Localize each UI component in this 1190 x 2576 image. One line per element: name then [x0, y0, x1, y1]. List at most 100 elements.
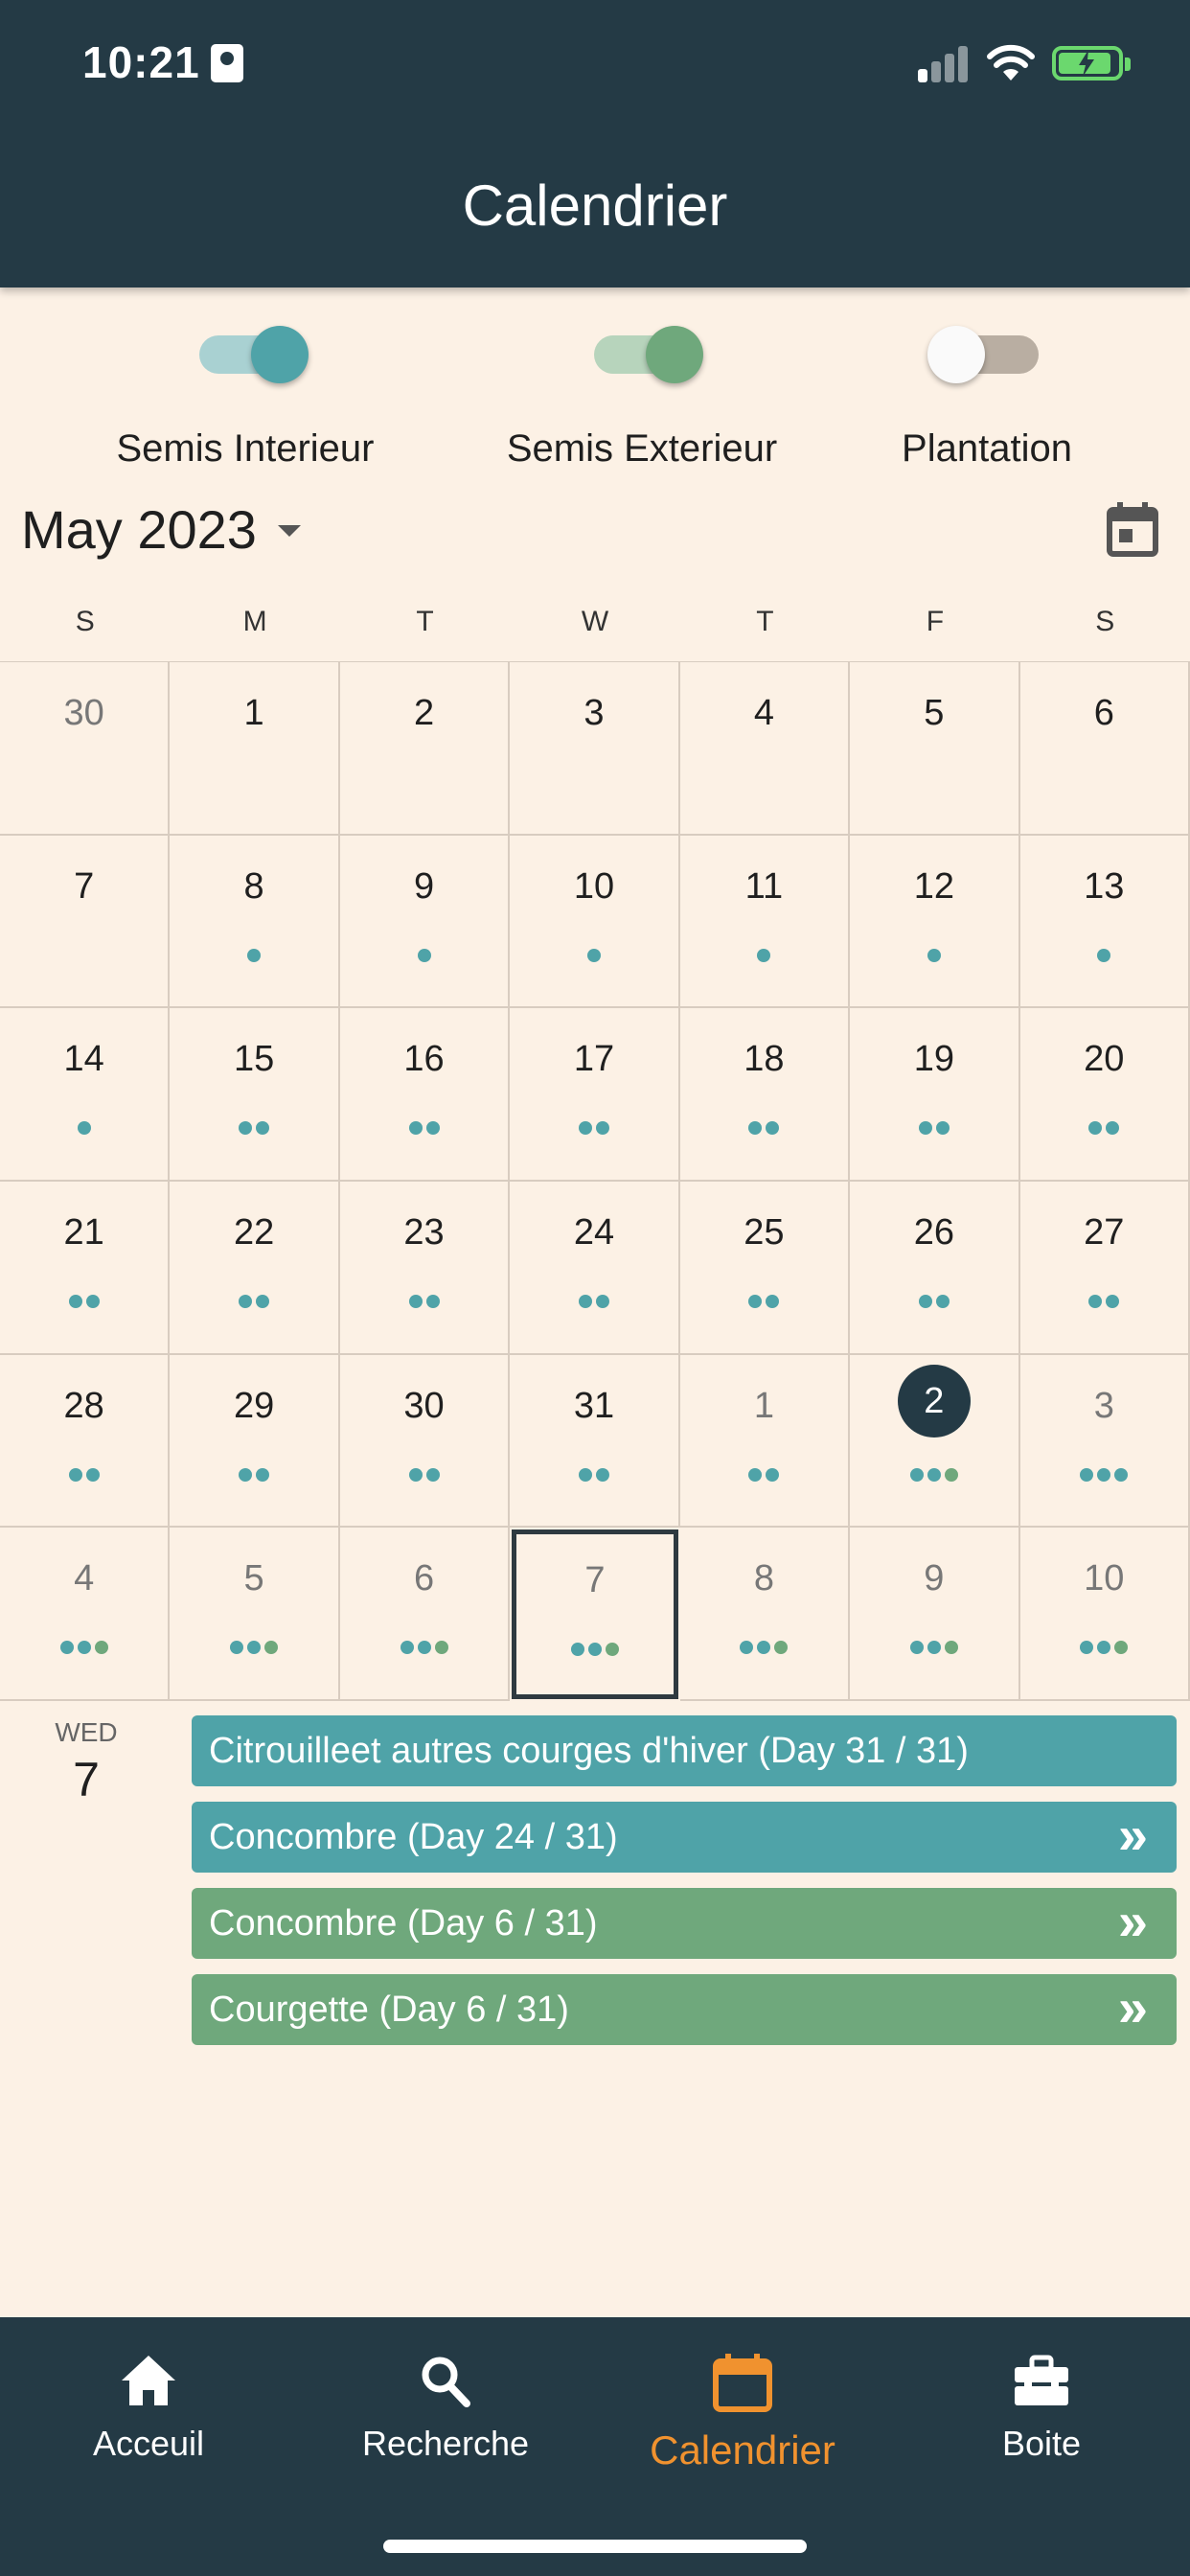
- agenda-event[interactable]: Courgette (Day 6 / 31) »: [192, 1974, 1177, 2045]
- day-number: 9: [413, 865, 435, 907]
- event-dot: [59, 1641, 74, 1655]
- calendar-day-cell[interactable]: 25: [679, 1182, 851, 1355]
- calendar-day-cell[interactable]: 17: [510, 1008, 680, 1183]
- calendar-day-cell[interactable]: 8: [170, 835, 340, 1009]
- calendar-day-cell[interactable]: 12: [850, 835, 1020, 1009]
- calendar-day-cell[interactable]: 19: [850, 1008, 1020, 1183]
- calendar-day-cell[interactable]: 2: [850, 1354, 1020, 1529]
- event-dot: [595, 1295, 609, 1308]
- calendar-day-cell[interactable]: 29: [170, 1354, 340, 1529]
- agenda-event[interactable]: Citrouilleet autres courges d'hiver (Day…: [192, 1715, 1177, 1786]
- day-number: 9: [924, 1558, 945, 1599]
- event-dot: [944, 1641, 958, 1655]
- event-dot: [605, 1643, 619, 1657]
- event-dots: [170, 1121, 337, 1136]
- calendar-day-cell[interactable]: 1: [679, 1354, 851, 1529]
- page-title: Calendrier: [462, 173, 728, 238]
- calendar-day-cell[interactable]: 9: [339, 835, 511, 1009]
- agenda-event-title: Concombre (Day 24 / 31): [209, 1817, 618, 1857]
- calendar-day-cell[interactable]: 10: [1019, 1528, 1190, 1702]
- month-selector[interactable]: May 2023: [21, 498, 257, 561]
- weekday-header: F: [926, 606, 945, 637]
- calendar-day-cell[interactable]: 30: [339, 1354, 511, 1529]
- calendar-day-cell[interactable]: 6: [339, 1528, 511, 1702]
- calendar-day-cell[interactable]: 22: [170, 1182, 340, 1355]
- chevron-down-icon[interactable]: [278, 525, 301, 537]
- calendar-day-cell[interactable]: 30: [0, 662, 171, 836]
- event-dots: [340, 948, 508, 962]
- event-dot: [935, 1295, 950, 1308]
- agenda-event[interactable]: Concombre (Day 24 / 31) »: [192, 1802, 1177, 1873]
- calendar-day-cell[interactable]: 20: [1019, 1008, 1190, 1183]
- calendar-day-cell[interactable]: 13: [1019, 835, 1190, 1009]
- calendar-day-cell[interactable]: 28: [0, 1354, 171, 1529]
- calendar-day-cell[interactable]: 1: [170, 662, 340, 836]
- calendar-day-cell[interactable]: 5: [850, 662, 1020, 836]
- event-dots: [850, 948, 1018, 962]
- day-number: 10: [1084, 1558, 1125, 1599]
- nav-item-acceuil[interactable]: Acceuil: [38, 2352, 259, 2464]
- event-dot: [766, 1121, 780, 1136]
- calendar-day-cell[interactable]: 3: [510, 662, 680, 836]
- double-chevron-right-icon[interactable]: »: [1118, 1974, 1148, 2041]
- day-number: 24: [573, 1212, 615, 1253]
- calendar-day-cell[interactable]: 4: [679, 662, 851, 836]
- double-chevron-right-icon[interactable]: »: [1118, 1888, 1148, 1955]
- event-dot: [85, 1467, 100, 1482]
- calendar-day-cell[interactable]: 24: [510, 1182, 680, 1355]
- calendar-day-cell[interactable]: 9: [850, 1528, 1020, 1702]
- calendar-day-cell[interactable]: 7: [512, 1530, 678, 1699]
- calendar-day-cell[interactable]: 31: [510, 1354, 680, 1529]
- toggle-plantation[interactable]: [927, 326, 1039, 383]
- day-number: 6: [1093, 693, 1114, 733]
- event-dot: [909, 1467, 924, 1482]
- toggle-semis-exterieur[interactable]: [594, 326, 703, 383]
- day-number: 10: [573, 865, 615, 907]
- weekday-header: T: [416, 606, 434, 637]
- nav-item-recherche[interactable]: Recherche: [335, 2352, 556, 2464]
- calendar-day-cell[interactable]: 23: [339, 1182, 511, 1355]
- day-number: 26: [913, 1212, 954, 1253]
- calendar-day-cell[interactable]: 3: [1019, 1354, 1190, 1529]
- calendar-day-cell[interactable]: 11: [679, 835, 851, 1009]
- toggle-label-plantation: Plantation: [902, 427, 1072, 470]
- calendar-day-cell[interactable]: 27: [1019, 1182, 1190, 1355]
- calendar-day-cell[interactable]: 26: [850, 1182, 1020, 1355]
- calendar-day-cell[interactable]: 2: [339, 662, 511, 836]
- nav-item-boite[interactable]: Boite: [931, 2352, 1152, 2464]
- event-dot: [927, 1641, 941, 1655]
- day-number: 7: [584, 1560, 606, 1601]
- calendar-grid: 30 1 2 3 4 5 6 7 8 9 10 11 12 13 14 15 16 17 18 19 20 21 22 23 2…: [0, 661, 1190, 1702]
- agenda-event[interactable]: Concombre (Day 6 / 31) »: [192, 1888, 1177, 1959]
- calendar-day-cell[interactable]: 8: [679, 1528, 851, 1702]
- calendar-day-cell[interactable]: 18: [679, 1008, 851, 1183]
- toggle-semis-interieur[interactable]: [199, 326, 309, 383]
- calendar-day-cell[interactable]: 16: [339, 1008, 511, 1183]
- toggle-label-semis-interieur: Semis Interieur: [116, 427, 375, 470]
- calendar-day-cell[interactable]: 6: [1019, 662, 1190, 836]
- calendar-day-cell[interactable]: 15: [170, 1008, 340, 1183]
- event-dot: [1080, 1467, 1094, 1482]
- event-dots: [680, 1295, 848, 1308]
- event-dot: [417, 1641, 431, 1655]
- day-number: 27: [1084, 1212, 1125, 1253]
- calendar-day-cell[interactable]: 7: [0, 835, 171, 1009]
- weekday-header: W: [581, 606, 609, 637]
- calendar-day-cell[interactable]: 4: [0, 1528, 171, 1702]
- agenda-weekday: WED: [55, 1717, 118, 1747]
- day-number: 30: [63, 693, 104, 733]
- day-number: 17: [573, 1039, 615, 1080]
- calendar-day-cell[interactable]: 21: [0, 1182, 171, 1355]
- double-chevron-right-icon[interactable]: »: [1118, 1802, 1148, 1869]
- nav-item-calendrier[interactable]: Calendrier: [632, 2352, 853, 2473]
- calendar-day-cell[interactable]: 14: [0, 1008, 171, 1183]
- weekday-header: S: [75, 606, 95, 637]
- event-dot: [740, 1641, 754, 1655]
- calendar-day-cell[interactable]: 5: [170, 1528, 340, 1702]
- event-dot: [927, 948, 941, 962]
- day-number: 3: [1093, 1385, 1114, 1426]
- day-number: 28: [63, 1385, 104, 1426]
- calendar-day-cell[interactable]: 10: [510, 835, 680, 1009]
- day-number: 12: [913, 865, 954, 907]
- calendar-today-icon[interactable]: [1106, 500, 1159, 558]
